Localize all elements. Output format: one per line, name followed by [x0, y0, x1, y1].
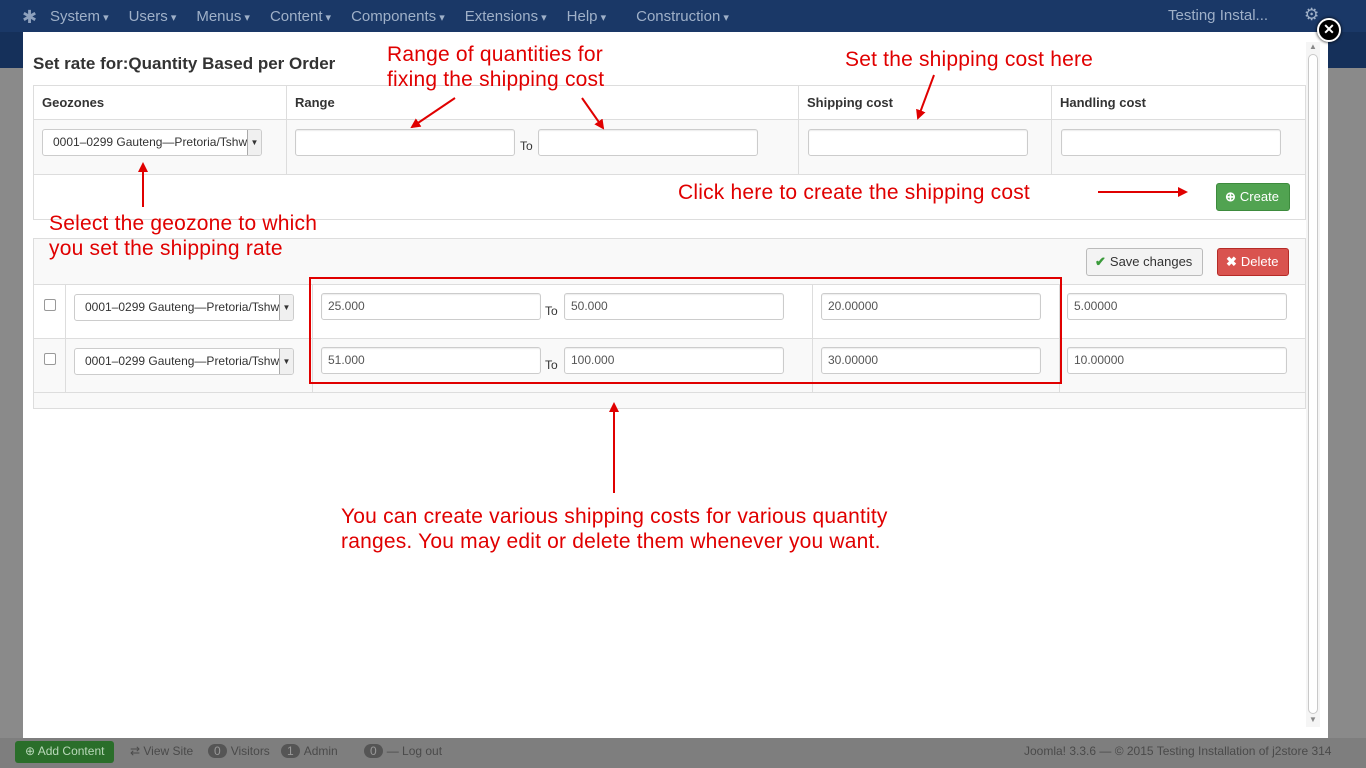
menu-users[interactable]: Users [129, 8, 177, 25]
col-shipping-cost: Shipping cost [799, 86, 1052, 119]
admin-menu: System Users Menus Content Components Ex… [50, 0, 749, 32]
messages-count: 0 [364, 744, 383, 758]
visitors-indicator: 0 Visitors [208, 744, 270, 758]
check-icon: ✔ [1095, 254, 1106, 269]
new-geozone-cell: 0001–0299 Gauteng—Pretoria/Tshwane ▼ [34, 120, 287, 174]
new-geozone-select[interactable]: 0001–0299 Gauteng—Pretoria/Tshwane ▼ [42, 129, 262, 156]
plus-circle-icon: ⊕ [1225, 189, 1236, 204]
shipping-rate-modal: Set rate for:Quantity Based per Order Ge… [23, 32, 1328, 738]
scroll-down-icon[interactable]: ▼ [1309, 715, 1317, 724]
menu-components[interactable]: Components [351, 8, 445, 25]
new-range-to-input[interactable] [538, 129, 758, 156]
col-handling-cost: Handling cost [1060, 95, 1146, 110]
delete-label: Delete [1240, 254, 1279, 269]
add-content-button[interactable]: ⊕ Add Content [15, 741, 115, 763]
row-check-cell [34, 285, 66, 338]
footer-copyright: Joomla! 3.3.6 — © 2015 Testing Installat… [1024, 744, 1332, 758]
menu-extensions[interactable]: Extensions [465, 8, 547, 25]
table-footer-row [33, 392, 1306, 409]
new-shipping-cost-input[interactable] [808, 129, 1028, 156]
logout-icon: — [386, 744, 403, 758]
admin-status-bar: ⊕ Add Content ⇄ View Site 0 Visitors 1 Adm… [0, 738, 1366, 768]
row-handling-cost-input[interactable]: 5.00000 [1067, 293, 1287, 320]
external-link-icon: ⇄ [130, 744, 144, 758]
chevron-down-icon: ▼ [247, 130, 261, 155]
row-geozone-cell: 0001–0299 Gauteng—Pretoria/Tshwane ▼ [66, 339, 313, 392]
new-rate-row: 0001–0299 Gauteng—Pretoria/Tshwane ▼ To [33, 120, 1306, 175]
modal-title: Set rate for:Quantity Based per Order [33, 54, 336, 73]
annotation-various: You can create various shipping costs fo… [341, 504, 888, 554]
annotation-create: Click here to create the shipping cost [678, 181, 1030, 204]
joomla-logo-icon[interactable]: ✱ [22, 7, 37, 28]
row-check-cell [34, 339, 66, 392]
chevron-down-icon: ▼ [279, 295, 293, 320]
create-button[interactable]: ⊕ Create [1216, 183, 1290, 211]
menu-system[interactable]: System [50, 8, 109, 25]
chevron-down-icon: ▼ [279, 349, 293, 374]
admin-indicator: 1 Admin [281, 744, 338, 758]
row-checkbox[interactable] [44, 299, 56, 311]
gear-icon[interactable]: ⚙ [1304, 5, 1319, 25]
annotation-range-line2: fixing the shipping cost [387, 68, 605, 91]
scroll-up-icon[interactable]: ▲ [1309, 42, 1317, 51]
annotation-geozone-line2: you set the shipping rate [49, 237, 283, 260]
view-site-label: View Site [143, 744, 194, 758]
annotation-geozone: Select the geozone to which you set the … [49, 211, 317, 261]
site-link[interactable]: Testing Instal... [1168, 7, 1268, 24]
new-range-from-input[interactable] [295, 129, 515, 156]
add-content-label: Add Content [37, 744, 105, 758]
row-handling-cell: 10.00000 [1060, 339, 1305, 392]
annotation-geozone-line1: Select the geozone to which [49, 212, 318, 235]
scrollbar-thumb[interactable] [1308, 54, 1318, 714]
col-geozones: Geozones [34, 86, 287, 119]
delete-button[interactable]: ✖ Delete [1217, 248, 1290, 276]
admin-label: Admin [303, 744, 338, 758]
menu-menus[interactable]: Menus [196, 8, 250, 25]
annotation-shipping: Set the shipping cost here [845, 48, 1094, 71]
logout-label: Log out [402, 744, 443, 758]
rates-highlight-box [309, 277, 1062, 384]
visitors-count: 0 [208, 744, 227, 758]
create-button-label: Create [1239, 189, 1279, 204]
logout-link[interactable]: 0— Log out [364, 744, 442, 758]
close-icon: ✖ [1226, 254, 1237, 269]
modal-close-icon[interactable]: ✕ [1317, 18, 1341, 42]
annotation-range: Range of quantities for fixing the shipp… [387, 42, 604, 92]
visitors-label: Visitors [230, 744, 270, 758]
modal-scrollbar[interactable]: ▲ ▼ [1306, 42, 1320, 727]
row-geozone-select[interactable]: 0001–0299 Gauteng—Pretoria/Tshwane ▼ [74, 294, 294, 321]
row-geozone-value: 0001–0299 Gauteng—Pretoria/Tshwane [85, 354, 294, 368]
new-geozone-value: 0001–0299 Gauteng—Pretoria/Tshwane [53, 135, 262, 149]
new-range-cell: To [287, 120, 799, 174]
new-handling-cell [1052, 120, 1305, 174]
view-site-link[interactable]: ⇄ View Site [130, 744, 193, 758]
annotation-various-line2: ranges. You may edit or delete them when… [341, 530, 881, 553]
range-to-label: To [520, 139, 533, 153]
row-handling-cell: 5.00000 [1060, 285, 1305, 338]
menu-content[interactable]: Content [270, 8, 331, 25]
new-handling-cost-input[interactable] [1061, 129, 1281, 156]
menu-help[interactable]: Help [567, 8, 606, 25]
row-geozone-select[interactable]: 0001–0299 Gauteng—Pretoria/Tshwane ▼ [74, 348, 294, 375]
row-handling-cost-input[interactable]: 10.00000 [1067, 347, 1287, 374]
new-shipping-cell [799, 120, 1052, 174]
plus-circle-icon: ⊕ [25, 744, 38, 758]
annotation-various-line1: You can create various shipping costs fo… [341, 505, 888, 528]
save-changes-label: Save changes [1109, 254, 1193, 269]
admin-top-navbar: ✱ System Users Menus Content Components … [0, 0, 1366, 32]
row-geozone-value: 0001–0299 Gauteng—Pretoria/Tshwane [85, 300, 294, 314]
row-checkbox[interactable] [44, 353, 56, 365]
row-geozone-cell: 0001–0299 Gauteng—Pretoria/Tshwane ▼ [66, 285, 313, 338]
rates-table-header: Geozones Range Shipping cost Handling co… [33, 85, 1306, 120]
annotation-range-line1: Range of quantities for [387, 43, 603, 66]
admin-count: 1 [281, 744, 300, 758]
save-changes-button[interactable]: ✔ Save changes [1086, 248, 1204, 276]
menu-construction[interactable]: Construction [636, 8, 729, 25]
